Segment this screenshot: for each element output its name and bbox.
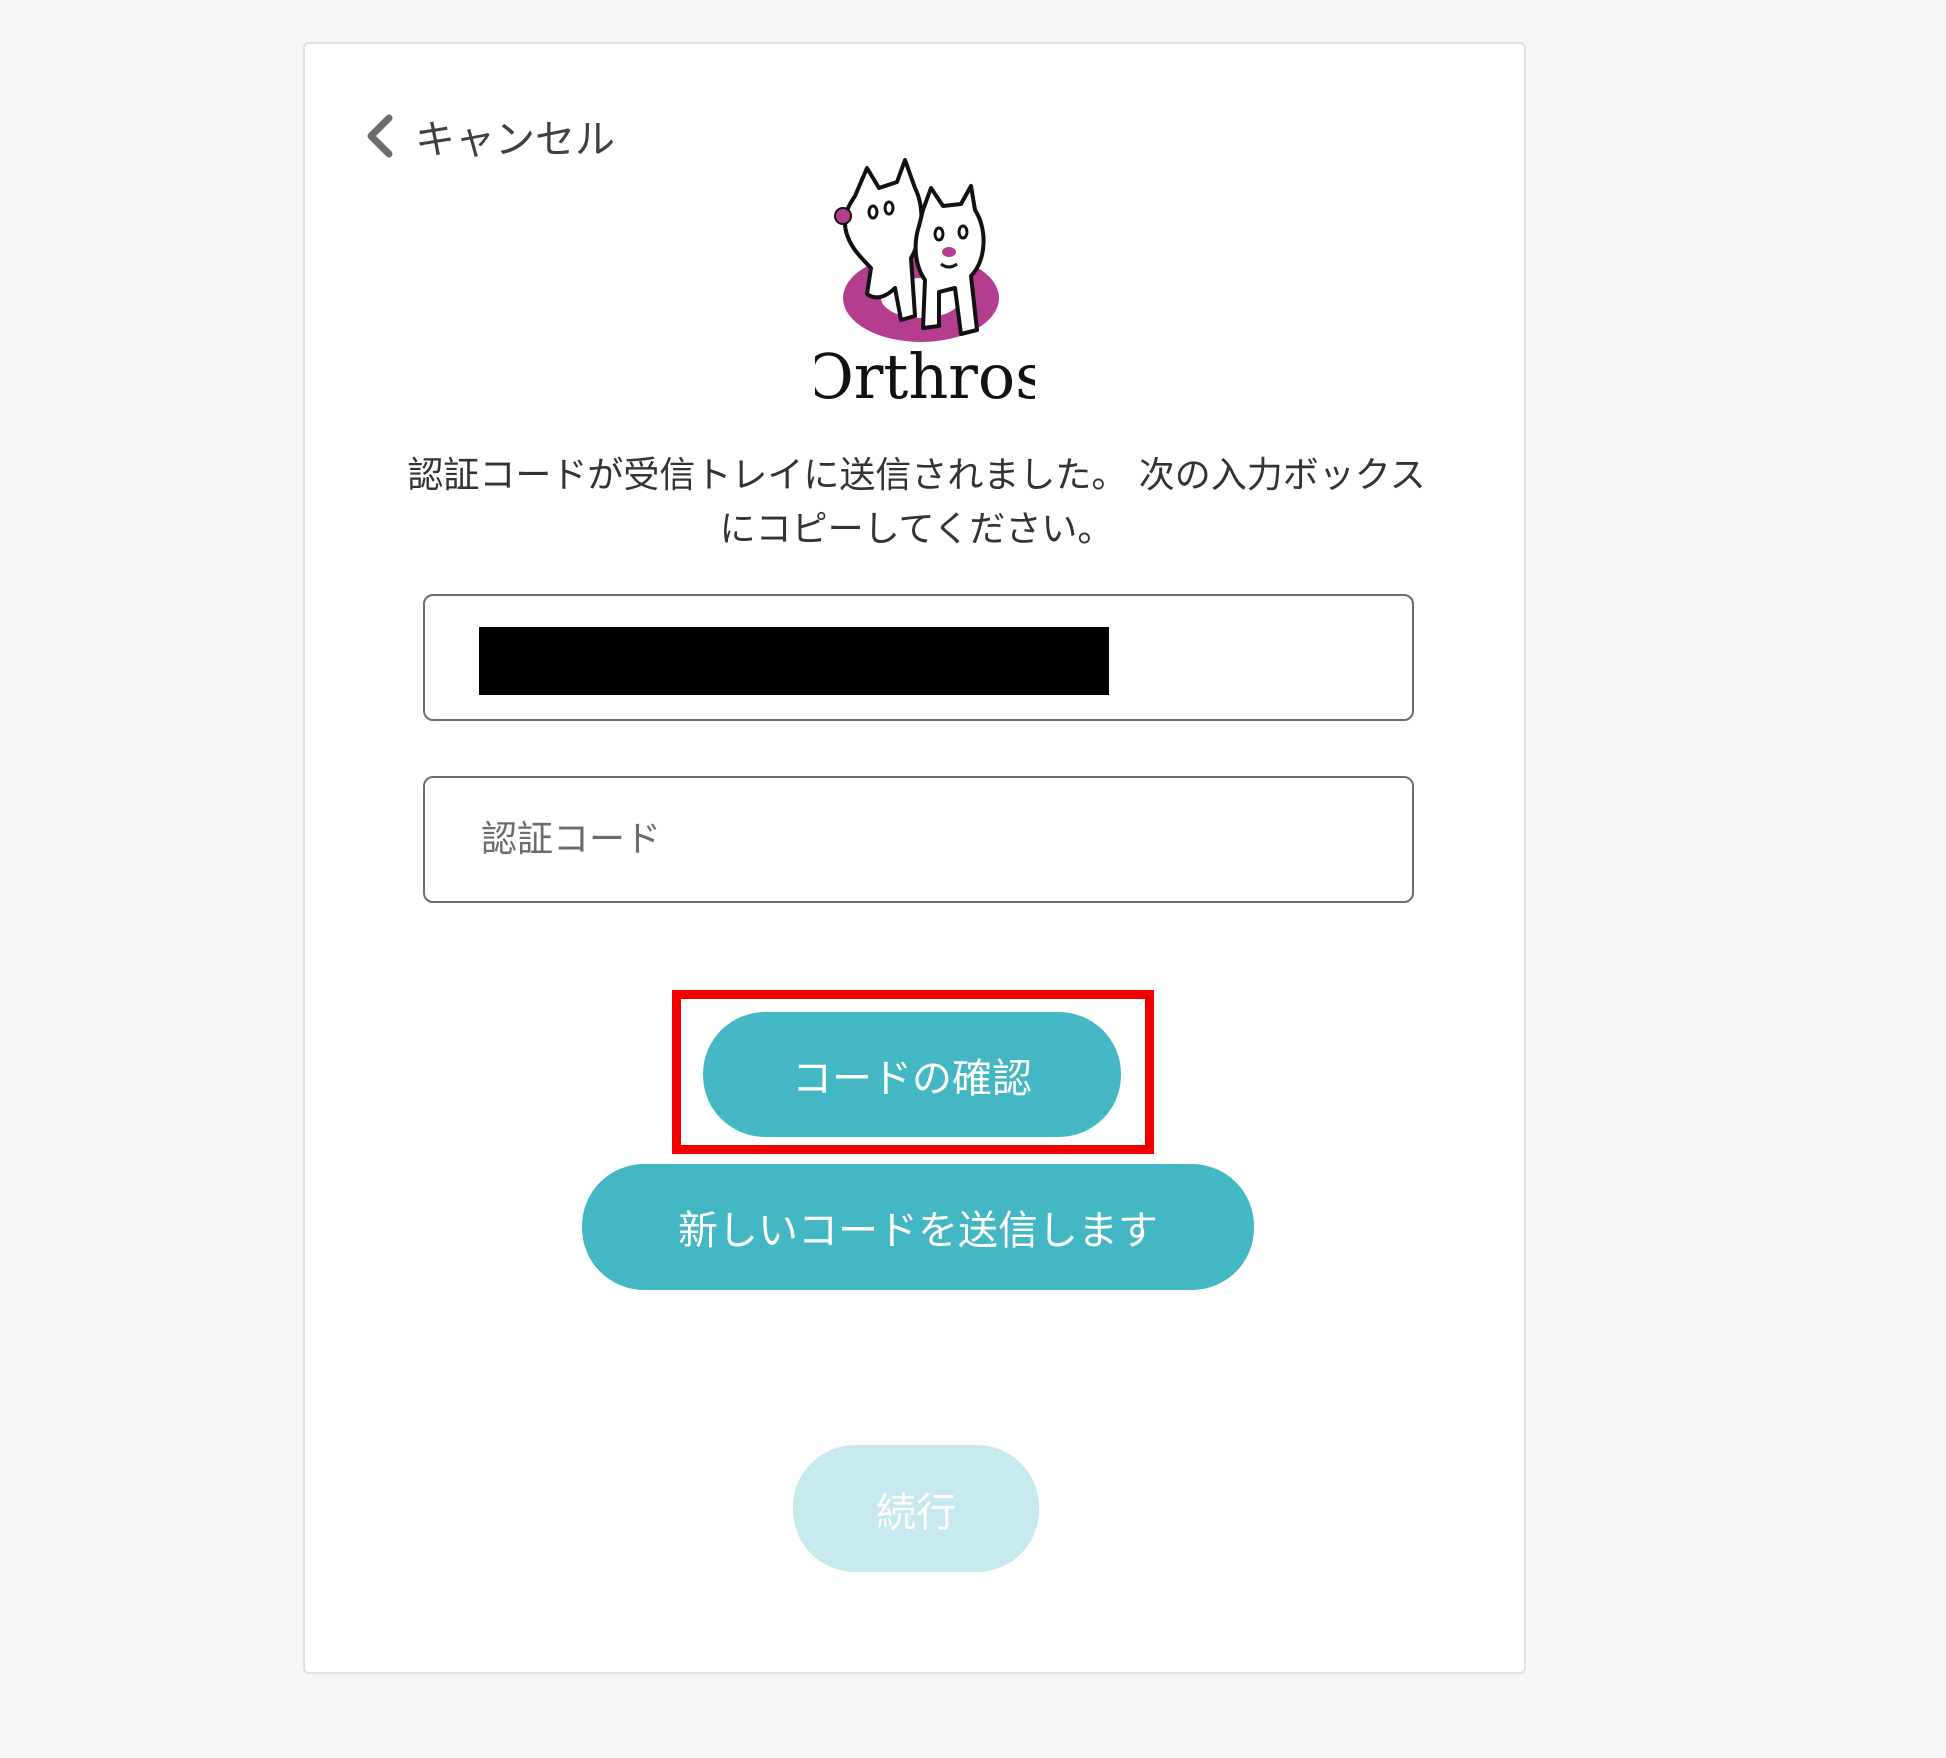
chevron-left-icon bbox=[367, 114, 393, 158]
verification-code-field[interactable] bbox=[423, 776, 1414, 903]
email-field[interactable] bbox=[423, 594, 1414, 721]
verification-card: キャンセル Orthros 認証コードが受信トレイに送信されました。 次の入力ボ… bbox=[303, 42, 1526, 1674]
continue-button[interactable]: 続行 bbox=[793, 1445, 1039, 1572]
resend-code-button[interactable]: 新しいコードを送信します bbox=[582, 1164, 1254, 1290]
verify-code-button[interactable]: コードの確認 bbox=[703, 1012, 1121, 1137]
cancel-link[interactable]: キャンセル bbox=[363, 106, 615, 166]
verification-code-input[interactable] bbox=[425, 778, 1412, 901]
redacted-email bbox=[479, 627, 1109, 695]
logo-text: Orthros bbox=[815, 340, 1035, 413]
cancel-label: キャンセル bbox=[415, 117, 615, 163]
orthros-logo: Orthros bbox=[815, 158, 1035, 413]
instruction-message: 認証コードが受信トレイに送信されました。 次の入力ボックスにコピーしてください。 bbox=[407, 455, 1426, 550]
